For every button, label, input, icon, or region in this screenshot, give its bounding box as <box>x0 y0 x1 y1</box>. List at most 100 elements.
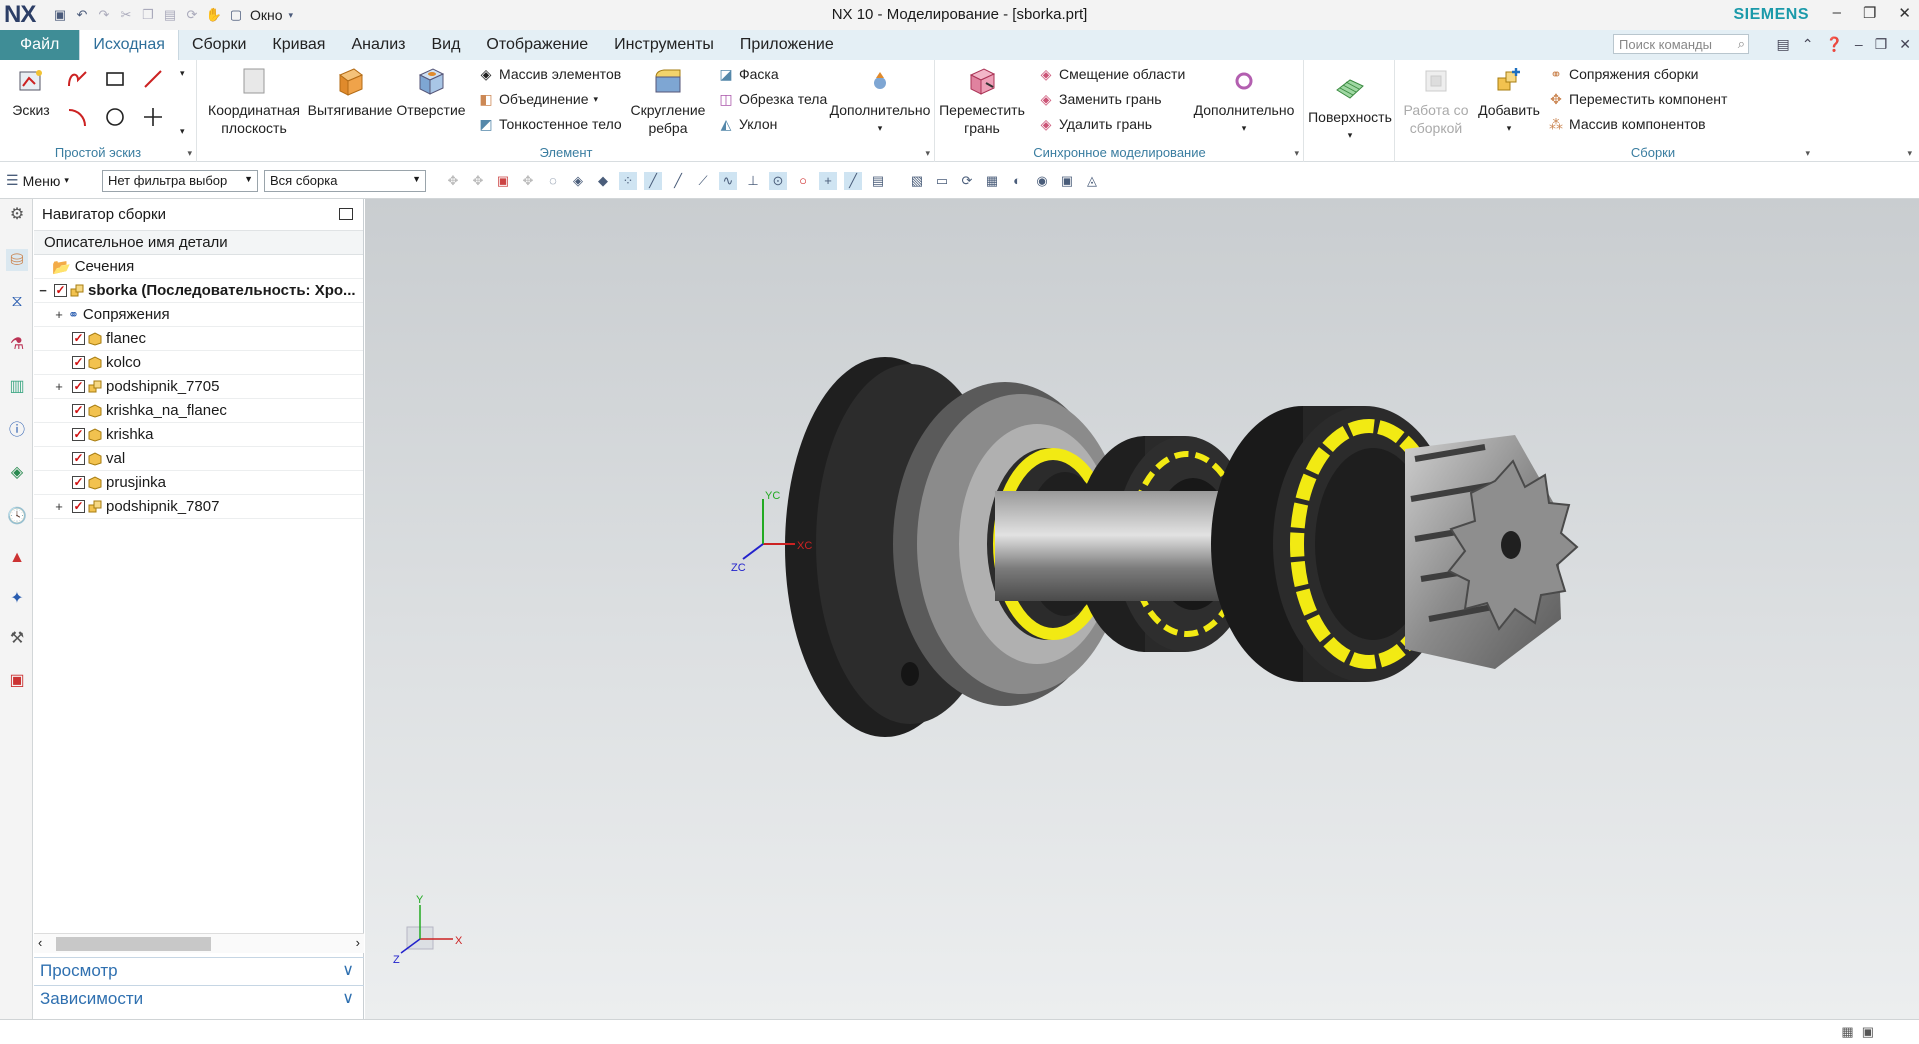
status-icon[interactable]: ▣ <box>1862 1024 1874 1040</box>
selection-tool-icon[interactable]: ◈ <box>569 172 587 190</box>
tree-row-component[interactable]: + ✓ podshipnik_7705 <box>34 375 363 399</box>
tree-row-component[interactable]: ✓ prusjinka <box>34 471 363 495</box>
snap-icon[interactable]: ▤ <box>869 172 887 190</box>
circle-icon[interactable] <box>104 106 126 128</box>
process-studio-icon[interactable]: ✦ <box>6 587 28 609</box>
view-icon[interactable]: ▦ <box>983 172 1001 190</box>
ribbon-overflow-chevron-icon[interactable]: ▾ <box>1907 148 1912 159</box>
tab-analysis[interactable]: Анализ <box>338 30 418 60</box>
feature-more-button[interactable]: Дополнительно ▾ <box>828 65 932 137</box>
window-menu[interactable]: Окно <box>250 7 283 23</box>
tab-application[interactable]: Приложение <box>727 30 847 60</box>
tab-curve[interactable]: Кривая <box>259 30 338 60</box>
profile-icon[interactable] <box>66 68 88 90</box>
move-component-button[interactable]: ✥ Переместить компонент <box>1548 91 1727 108</box>
status-icon[interactable]: ▦ <box>1841 1024 1853 1040</box>
visibility-checkbox[interactable]: ✓ <box>72 380 85 393</box>
rectangle-icon[interactable] <box>104 68 126 90</box>
visibility-checkbox[interactable]: ✓ <box>72 428 85 441</box>
expand-icon[interactable]: + <box>54 307 64 322</box>
unite-button[interactable]: ◧ Объединение ▾ <box>478 91 598 108</box>
tree-row-constraints[interactable]: + ⚭ Сопряжения <box>34 303 363 327</box>
delete-face-button[interactable]: ◈ Удалить грань <box>1038 116 1152 133</box>
snap-icon[interactable]: ⟋ <box>694 172 712 190</box>
snap-icon[interactable]: ╱ <box>844 171 862 190</box>
selection-tool-icon[interactable]: ✥ <box>444 172 462 190</box>
replace-face-button[interactable]: ◈ Заменить грань <box>1038 91 1162 108</box>
horizontal-scrollbar[interactable]: ‹ › <box>34 933 364 953</box>
visibility-checkbox[interactable]: ✓ <box>54 284 67 297</box>
sync-more-button[interactable]: Дополнительно ▾ <box>1191 65 1297 137</box>
add-component-button[interactable]: Добавить ▾ <box>1476 65 1542 137</box>
feature-group-expand-icon[interactable]: ▾ <box>925 148 930 159</box>
menu-button[interactable]: ☰ Меню ▾ <box>6 172 86 189</box>
selection-tool-icon[interactable]: ✥ <box>519 172 537 190</box>
tab-home[interactable]: Исходная <box>79 30 179 60</box>
tree-row-component[interactable]: ✓ krishka_na_flanec <box>34 399 363 423</box>
line-icon[interactable] <box>142 68 164 90</box>
visibility-checkbox[interactable]: ✓ <box>72 476 85 489</box>
tab-tools[interactable]: Инструменты <box>601 30 727 60</box>
snap-icon[interactable]: ∿ <box>719 171 737 190</box>
selection-tool-icon[interactable]: ◆ <box>594 172 612 190</box>
selection-tool-icon[interactable]: ✥ <box>469 172 487 190</box>
restore-icon[interactable]: ❐ <box>1875 36 1888 53</box>
tree-row-component[interactable]: ✓ krishka <box>34 423 363 447</box>
snap-icon[interactable]: ⁘ <box>619 171 637 190</box>
trim-body-button[interactable]: ◫ Обрезка тела <box>718 91 827 108</box>
help-icon[interactable]: ❓ <box>1825 36 1842 53</box>
column-header[interactable]: Описательное имя детали <box>34 231 363 255</box>
settings-gear-icon[interactable]: ⚙ <box>6 203 28 225</box>
snap-icon[interactable]: ⊙ <box>769 171 787 190</box>
surface-button[interactable]: Поверхность ▾ <box>1308 72 1392 144</box>
copy-icon[interactable]: ❐ <box>140 7 156 23</box>
snap-icon[interactable]: ⊥ <box>744 172 762 190</box>
gear-shaft-part[interactable] <box>1405 435 1579 669</box>
redo-icon[interactable]: ↷ <box>96 7 112 23</box>
hd3d-tools-icon[interactable]: ⓘ <box>6 417 28 439</box>
tab-assemblies[interactable]: Сборки <box>179 30 259 60</box>
minimize-icon[interactable]: – <box>1833 4 1841 22</box>
constraint-navigator-icon[interactable]: ⧖ <box>6 291 28 313</box>
sketch-group-expand-icon[interactable]: ▾ <box>187 148 192 159</box>
system-materials-icon[interactable]: ▲ <box>6 547 28 569</box>
tree-row-component[interactable]: ✓ flanec <box>34 327 363 351</box>
tab-render[interactable]: Отображение <box>473 30 601 60</box>
paste-icon[interactable]: ▤ <box>162 7 178 23</box>
arc-icon[interactable] <box>66 106 88 128</box>
sketch-more-chevron-icon[interactable]: ▾ <box>180 68 185 79</box>
preview-section[interactable]: Просмотр ∨ <box>34 957 364 983</box>
visibility-checkbox[interactable]: ✓ <box>72 356 85 369</box>
sketch-gallery-chevron-icon[interactable]: ▾ <box>180 126 185 137</box>
assembly-constraints-button[interactable]: ⚭ Сопряжения сборки <box>1548 66 1698 83</box>
dependencies-section[interactable]: Зависимости ∨ <box>34 985 364 1011</box>
snap-icon[interactable]: ○ <box>794 172 812 190</box>
type-filter-select[interactable]: Нет фильтра выбор ▼ <box>102 169 258 192</box>
collapse-icon[interactable]: − <box>38 283 48 298</box>
offset-region-button[interactable]: ◈ Смещение области <box>1038 66 1186 83</box>
undo-icon[interactable]: ↶ <box>74 7 90 23</box>
pattern-component-button[interactable]: ⁂ Массив компонентов <box>1548 116 1706 133</box>
visibility-checkbox[interactable]: ✓ <box>72 500 85 513</box>
graphics-window[interactable]: XC YC ZC X Y Z <box>365 199 1919 1019</box>
view-icon[interactable]: ▧ <box>908 172 926 190</box>
view-icon[interactable]: ▣ <box>1058 172 1076 190</box>
maximize-panel-icon[interactable] <box>339 208 353 220</box>
touch-mode-icon[interactable]: ✋ <box>206 7 222 23</box>
tab-view[interactable]: Вид <box>418 30 473 60</box>
visibility-checkbox[interactable]: ✓ <box>72 404 85 417</box>
manufacturing-wizard-icon[interactable]: ⚒ <box>6 627 28 649</box>
cut-icon[interactable]: ✂ <box>118 7 134 23</box>
web-browser-icon[interactable]: ◈ <box>6 461 28 483</box>
snap-icon[interactable]: ╱ <box>644 171 662 190</box>
close-icon[interactable]: ✕ <box>1899 36 1911 53</box>
view-icon[interactable]: ▭ <box>933 172 951 190</box>
history-icon[interactable]: 🕓 <box>6 505 28 527</box>
expand-icon[interactable]: + <box>54 499 64 514</box>
command-search-input[interactable]: Поиск команды ⌕ <box>1613 34 1749 54</box>
tab-file[interactable]: Файл <box>0 30 80 60</box>
restore-icon[interactable]: ❐ <box>1863 4 1876 22</box>
tree-row-sections[interactable]: 📂 Сечения <box>34 255 363 279</box>
scrollbar-thumb[interactable] <box>56 937 211 951</box>
move-face-button[interactable]: Переместить грань <box>939 65 1025 137</box>
